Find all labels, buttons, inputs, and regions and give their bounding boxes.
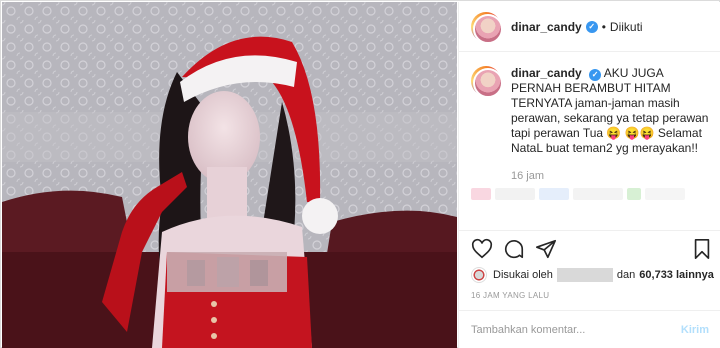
post-comment-button[interactable]: Kirim <box>681 324 709 336</box>
post-caption: dinar_candy ✓ AKU JUGA PERNAH BERAMBUT H… <box>471 66 711 156</box>
comment-icon[interactable] <box>503 238 525 260</box>
caption-timestamp[interactable]: 16 jam <box>511 170 544 182</box>
blur-block <box>627 188 641 200</box>
likes-summary: Disukai oleh dan 60,733 lainnya <box>471 266 714 284</box>
caption-username[interactable]: dinar_candy <box>511 66 582 80</box>
blur-block <box>573 188 623 200</box>
verified-badge-icon: ✓ <box>585 20 598 33</box>
instagram-post-frame: dinar_candy ✓ • Diikuti dinar_candy ✓ AK… <box>0 0 720 348</box>
caption-text-block: dinar_candy ✓ AKU JUGA PERNAH BERAMBUT H… <box>511 66 711 156</box>
separator-dot: • <box>601 19 606 34</box>
post-action-bar <box>459 230 720 266</box>
likes-prefix: Disukai oleh <box>493 269 553 281</box>
follow-status-button[interactable]: Diikuti <box>610 20 643 34</box>
share-icon[interactable] <box>535 238 557 260</box>
likes-count-link[interactable]: 60,733 lainnya <box>639 269 714 281</box>
blur-block <box>645 188 685 200</box>
post-photo-image <box>2 2 457 348</box>
comment-box: Kirim <box>459 310 720 348</box>
post-photo[interactable] <box>2 2 457 348</box>
post-header: dinar_candy ✓ • Diikuti <box>459 2 720 52</box>
post-timestamp[interactable]: 16 JAM YANG LALU <box>471 291 549 300</box>
comment-input[interactable] <box>471 323 681 336</box>
bookmark-icon[interactable] <box>691 238 713 260</box>
blurred-liker-name <box>556 268 613 282</box>
caption-verified-icon: ✓ <box>589 69 602 81</box>
liker-avatar[interactable] <box>471 267 487 283</box>
likes-suffix: dan <box>616 269 636 281</box>
blur-block <box>539 188 569 200</box>
blur-block <box>495 188 535 200</box>
author-username[interactable]: dinar_candy <box>511 20 582 34</box>
post-side-panel: dinar_candy ✓ • Diikuti dinar_candy ✓ AK… <box>458 2 720 348</box>
blurred-comment-row <box>471 188 711 202</box>
caption-avatar[interactable] <box>471 66 503 98</box>
blur-block <box>471 188 491 200</box>
author-avatar[interactable] <box>471 11 503 44</box>
heart-icon[interactable] <box>471 238 493 260</box>
